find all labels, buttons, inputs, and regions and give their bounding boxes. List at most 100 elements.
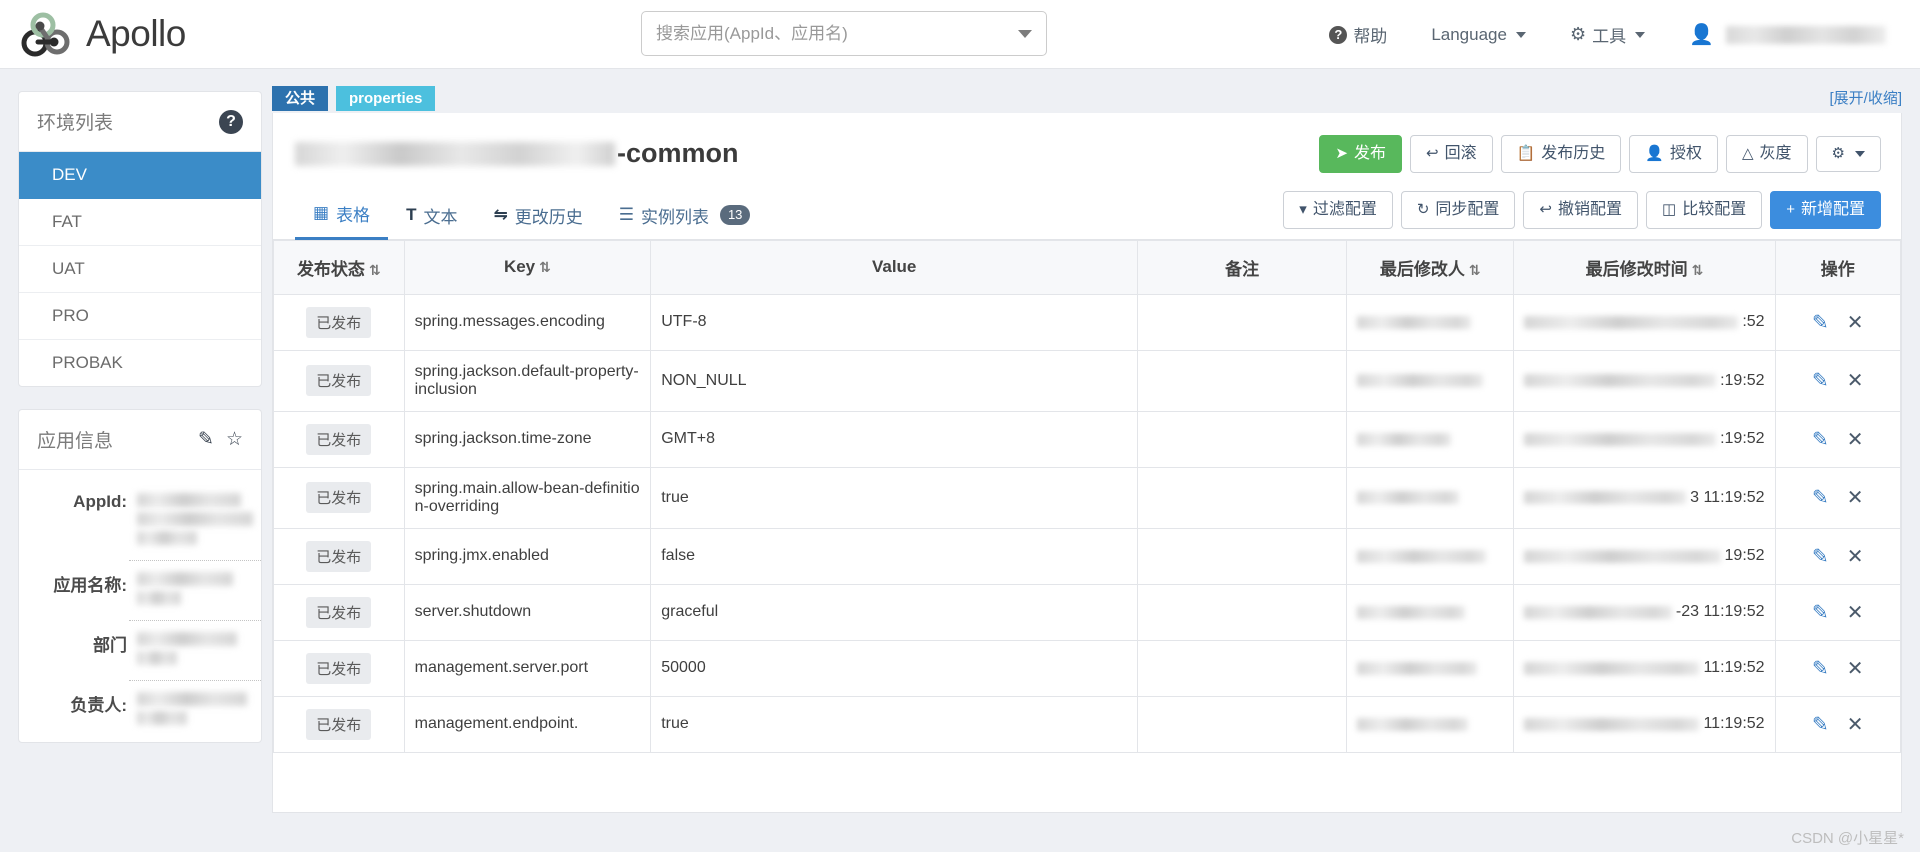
app-info-label: 负责人: xyxy=(70,696,127,715)
cell-comment xyxy=(1137,349,1348,412)
compare-icon: ◫ xyxy=(1662,200,1677,218)
cell-modified-time: :52 xyxy=(1513,293,1776,351)
cell-status: 已发布 xyxy=(273,410,405,468)
tab-instance-list[interactable]: ☰ 实例列表 13 xyxy=(601,193,769,239)
expand-collapse-link[interactable]: [展开/收缩] xyxy=(1829,87,1902,108)
edit-icon[interactable]: ✎ xyxy=(1812,656,1829,681)
rollback-button[interactable]: ↩ 回滚 xyxy=(1409,135,1493,173)
delete-icon[interactable]: ✕ xyxy=(1847,600,1864,625)
config-key: spring.jmx.enabled xyxy=(414,547,549,565)
modified-time-visible: :19:52 xyxy=(1720,430,1765,448)
brand-logo-area[interactable]: Apollo xyxy=(0,11,420,57)
edit-icon[interactable]: ✎ xyxy=(1812,310,1829,335)
tab-change-history[interactable]: ⇋ 更改历史 xyxy=(475,193,600,239)
chevron-down-icon[interactable] xyxy=(1018,29,1032,38)
cell-operations: ✎ ✕ xyxy=(1774,349,1902,412)
delete-icon[interactable]: ✕ xyxy=(1847,368,1864,393)
table-row: 已发布 management.server.port 50000 11:19:52 ✎ ✕ xyxy=(273,639,1902,697)
cell-operations: ✎ ✕ xyxy=(1774,695,1902,753)
sidebar-item-pro[interactable]: PRO xyxy=(19,293,261,340)
sidebar-item-dev[interactable]: DEV xyxy=(19,152,261,199)
sync-config-button[interactable]: ↻ 同步配置 xyxy=(1400,191,1516,229)
app-search[interactable] xyxy=(641,11,1047,56)
environment-panel-header: 环境列表 ? xyxy=(19,92,261,151)
status-badge: 已发布 xyxy=(306,708,372,740)
edit-icon[interactable]: ✎ xyxy=(1812,485,1829,510)
table-header: 发布状态 ⇅ Key ⇅ Value 备注 最后修改人 ⇅ 最后修改时间 ⇅ 操… xyxy=(273,239,1902,295)
column-label: Key xyxy=(503,257,536,277)
rollback-label: 回滚 xyxy=(1444,145,1477,162)
namespace-format-tag[interactable]: properties xyxy=(336,85,436,111)
tab-table[interactable]: ▦ 表格 xyxy=(295,191,389,240)
help-icon[interactable]: ? xyxy=(219,109,243,134)
compare-config-button[interactable]: ◫ 比较配置 xyxy=(1646,191,1763,229)
edit-icon[interactable]: ✎ xyxy=(1812,544,1829,569)
time-redacted xyxy=(1524,315,1739,329)
cell-value: UTF-8 xyxy=(650,293,1139,351)
environment-panel-title: 环境列表 xyxy=(37,113,114,134)
sort-icon: ⇅ xyxy=(539,259,551,276)
app-info-panel-header: 应用信息 ✎ ☆ xyxy=(19,410,261,469)
help-link[interactable]: ? 帮助 xyxy=(1307,0,1409,69)
delete-icon[interactable]: ✕ xyxy=(1847,712,1864,737)
edit-icon[interactable]: ✎ xyxy=(1812,427,1829,452)
status-badge: 已发布 xyxy=(306,652,372,684)
modifier-redacted xyxy=(1357,717,1469,731)
table-header-row: 发布状态 ⇅ Key ⇅ Value 备注 最后修改人 ⇅ 最后修改时间 ⇅ 操… xyxy=(273,239,1902,295)
config-value: UTF-8 xyxy=(661,313,707,331)
namespace-settings-button[interactable]: ⚙ xyxy=(1815,135,1881,173)
table-row: 已发布 spring.jackson.default-property-inclu… xyxy=(273,349,1902,412)
star-icon[interactable]: ☆ xyxy=(226,430,243,449)
modified-time-visible: :19:52 xyxy=(1720,371,1765,389)
edit-icon[interactable]: ✎ xyxy=(1812,368,1829,393)
language-menu[interactable]: Language xyxy=(1409,0,1548,69)
sidebar-item-probak[interactable]: PROBAK xyxy=(19,340,261,386)
app-info-value-redacted xyxy=(127,627,247,670)
cell-modifier xyxy=(1346,639,1515,697)
status-badge: 已发布 xyxy=(306,423,372,455)
authorize-button[interactable]: 👤 授权 xyxy=(1629,135,1718,173)
column-header-status[interactable]: 发布状态 ⇅ xyxy=(273,239,405,295)
sidebar-item-uat[interactable]: UAT xyxy=(19,246,261,293)
edit-icon[interactable]: ✎ xyxy=(198,430,214,449)
delete-icon[interactable]: ✕ xyxy=(1847,310,1864,335)
sort-icon: ⇅ xyxy=(368,261,381,278)
status-badge: 已发布 xyxy=(306,482,372,514)
revoke-config-button[interactable]: ↩ 撤销配置 xyxy=(1523,191,1639,229)
tools-menu[interactable]: ⚙ 工具 xyxy=(1548,0,1667,69)
delete-icon[interactable]: ✕ xyxy=(1847,544,1864,569)
delete-icon[interactable]: ✕ xyxy=(1847,485,1864,510)
delete-icon[interactable]: ✕ xyxy=(1847,656,1864,681)
authorize-label: 授权 xyxy=(1669,145,1702,162)
config-key: spring.jackson.default-property-inclusio… xyxy=(414,362,639,398)
add-config-button[interactable]: + 新增配置 xyxy=(1770,191,1881,229)
cell-modifier xyxy=(1346,466,1515,529)
help-label: 帮助 xyxy=(1353,27,1388,46)
app-info-label: 应用名称: xyxy=(53,576,127,595)
column-header-key[interactable]: Key ⇅ xyxy=(403,239,652,295)
modifier-redacted xyxy=(1357,549,1486,563)
config-key: spring.jackson.time-zone xyxy=(414,430,592,448)
sidebar-item-fat[interactable]: FAT xyxy=(19,199,261,246)
delete-icon[interactable]: ✕ xyxy=(1847,427,1864,452)
cell-modifier xyxy=(1346,349,1515,412)
publish-button[interactable]: ➤ 发布 xyxy=(1319,135,1402,173)
release-history-button[interactable]: 📋 发布历史 xyxy=(1500,135,1622,173)
column-label: Value xyxy=(871,257,917,277)
namespace-public-tag[interactable]: 公共 xyxy=(272,85,329,111)
gray-release-button[interactable]: △ 灰度 xyxy=(1725,135,1808,173)
user-menu[interactable]: 👤 xyxy=(1667,0,1920,69)
cell-value: GMT+8 xyxy=(650,410,1139,468)
cell-key: spring.jackson.default-property-inclusio… xyxy=(403,349,652,412)
edit-icon[interactable]: ✎ xyxy=(1812,600,1829,625)
modifier-redacted xyxy=(1357,605,1466,619)
user-icon: 👤 xyxy=(1645,144,1664,162)
column-header-modifier[interactable]: 最后修改人 ⇅ xyxy=(1346,239,1515,295)
edit-icon[interactable]: ✎ xyxy=(1812,712,1829,737)
tab-text[interactable]: T 文本 xyxy=(388,193,475,239)
search-input[interactable] xyxy=(656,23,1018,44)
column-header-modified-time[interactable]: 最后修改时间 ⇅ xyxy=(1513,239,1776,295)
filter-config-button[interactable]: ▾ 过滤配置 xyxy=(1283,191,1393,229)
namespace-name-redacted xyxy=(295,141,615,166)
namespace-panel: -common ➤ 发布 ↩ 回滚 📋 发布历史 👤 授权 △ 灰度 ⚙ ▦ 表… xyxy=(272,113,1904,847)
